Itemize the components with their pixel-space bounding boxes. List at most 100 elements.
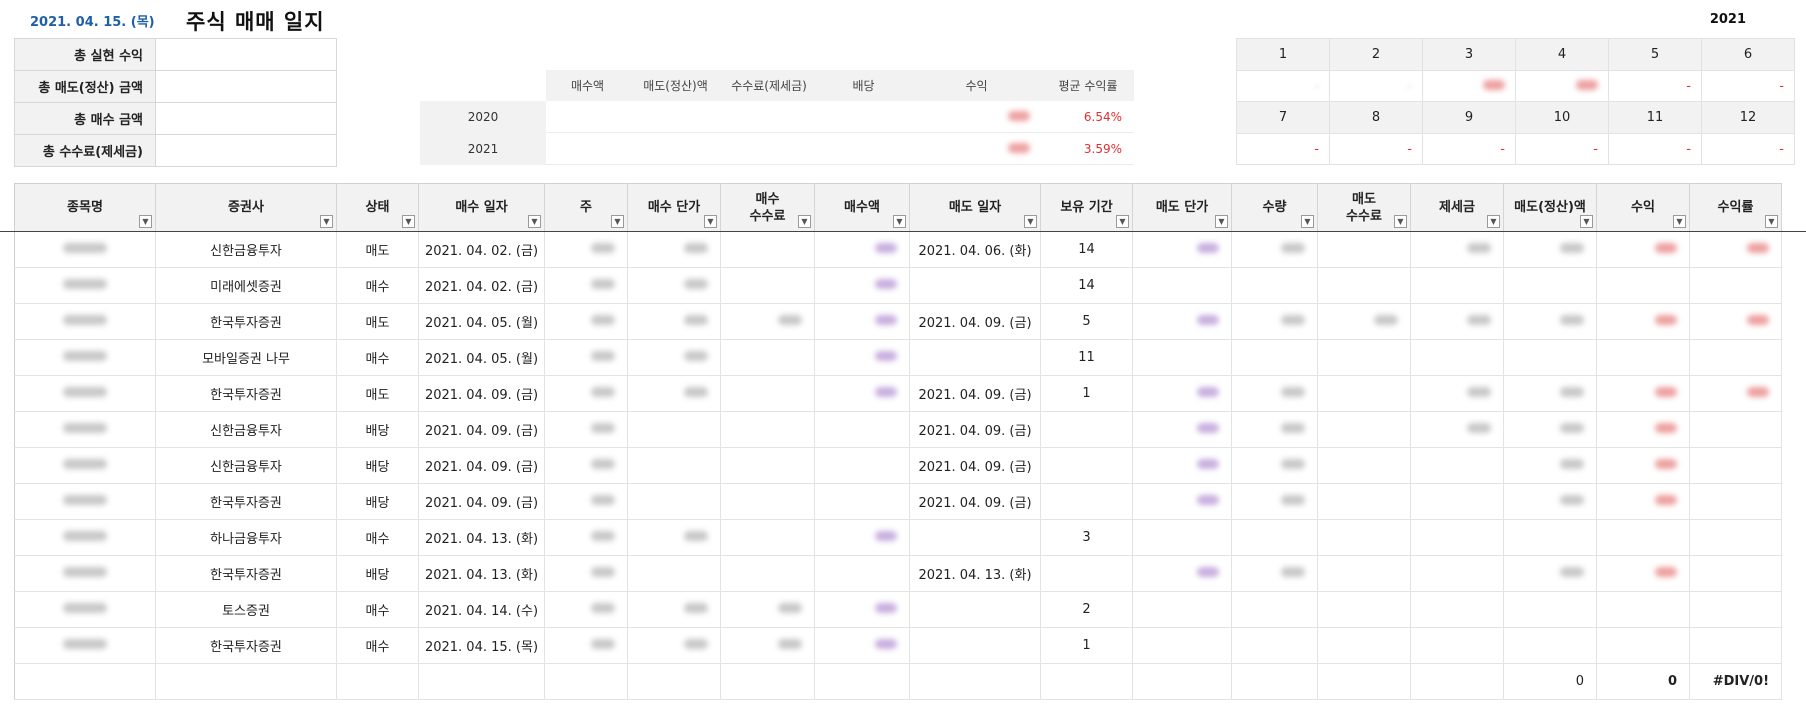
quantity-cell[interactable] [1231, 627, 1318, 664]
column-header[interactable]: 종목명 ▼ [14, 183, 156, 232]
status-cell[interactable]: 매수 [336, 627, 419, 664]
buy-price-cell[interactable] [627, 267, 721, 304]
stock-name-cell[interactable] [14, 375, 156, 412]
column-header[interactable]: 상태 ▼ [336, 183, 419, 232]
broker-cell[interactable]: 한국투자증권 [155, 303, 337, 340]
buy-fee-cell[interactable] [720, 483, 815, 520]
settle-amount-cell[interactable] [1503, 555, 1597, 592]
column-header[interactable]: 매도 수수료 ▼ [1317, 183, 1411, 232]
total-empty-cell[interactable] [418, 663, 545, 700]
buy-date-cell[interactable]: 2021. 04. 09. (금) [418, 411, 545, 448]
summary-value[interactable] [155, 38, 337, 71]
buy-date-cell[interactable]: 2021. 04. 09. (금) [418, 375, 545, 412]
status-cell[interactable]: 매수 [336, 591, 419, 628]
summary-value[interactable] [155, 102, 337, 135]
sell-date-cell[interactable] [909, 591, 1041, 628]
settle-amount-cell[interactable] [1503, 447, 1597, 484]
month-header[interactable]: 3 [1422, 38, 1516, 71]
buy-date-cell[interactable]: 2021. 04. 13. (화) [418, 555, 545, 592]
filter-dropdown-icon[interactable]: ▼ [798, 215, 811, 228]
filter-dropdown-icon[interactable]: ▼ [1580, 215, 1593, 228]
column-header[interactable]: 매수 단가 ▼ [627, 183, 721, 232]
stock-name-cell[interactable] [14, 411, 156, 448]
buy-price-cell[interactable] [627, 447, 721, 484]
stock-name-cell[interactable] [14, 627, 156, 664]
buy-price-cell[interactable] [627, 339, 721, 376]
holding-period-cell[interactable]: 14 [1040, 267, 1133, 304]
month-value[interactable]: - [1515, 133, 1609, 165]
holding-period-cell[interactable]: 1 [1040, 627, 1133, 664]
stock-name-cell[interactable] [14, 483, 156, 520]
filter-dropdown-icon[interactable]: ▼ [1394, 215, 1407, 228]
filter-dropdown-icon[interactable]: ▼ [1487, 215, 1500, 228]
sell-fee-cell[interactable] [1317, 447, 1411, 484]
column-header[interactable]: 수량 ▼ [1231, 183, 1318, 232]
broker-cell[interactable]: 신한금융투자 [155, 411, 337, 448]
shares-cell[interactable] [544, 483, 628, 520]
buy-price-cell[interactable] [627, 483, 721, 520]
shares-cell[interactable] [544, 267, 628, 304]
table-row[interactable]: 신한금융투자 배당 2021. 04. 09. (금) 2021. 04. 09. (… [14, 447, 1782, 484]
stock-name-cell[interactable] [14, 231, 156, 268]
total-empty-cell[interactable] [627, 663, 721, 700]
filter-dropdown-icon[interactable]: ▼ [893, 215, 906, 228]
return-rate-cell[interactable] [1689, 447, 1782, 484]
shares-cell[interactable] [544, 339, 628, 376]
profit-cell[interactable] [1596, 375, 1690, 412]
total-empty-cell[interactable] [155, 663, 337, 700]
sell-fee-cell[interactable] [1317, 303, 1411, 340]
buy-price-cell[interactable] [627, 627, 721, 664]
stats-header[interactable]: 수익 [911, 70, 1042, 101]
status-cell[interactable]: 배당 [336, 483, 419, 520]
filter-dropdown-icon[interactable]: ▼ [1116, 215, 1129, 228]
sell-price-cell[interactable] [1132, 303, 1232, 340]
stock-name-cell[interactable] [14, 267, 156, 304]
stock-name-cell[interactable] [14, 591, 156, 628]
month-value[interactable]: - [1329, 70, 1423, 102]
sell-fee-cell[interactable] [1317, 591, 1411, 628]
sell-fee-cell[interactable] [1317, 375, 1411, 412]
buy-date-cell[interactable]: 2021. 04. 15. (목) [418, 627, 545, 664]
month-value[interactable]: - [1236, 70, 1330, 102]
buy-fee-cell[interactable] [720, 411, 815, 448]
filter-dropdown-icon[interactable]: ▼ [611, 215, 624, 228]
sell-date-cell[interactable]: 2021. 04. 09. (금) [909, 483, 1041, 520]
stock-name-cell[interactable] [14, 447, 156, 484]
tax-cell[interactable] [1410, 519, 1504, 556]
sell-date-cell[interactable]: 2021. 04. 09. (금) [909, 303, 1041, 340]
holding-period-cell[interactable]: 3 [1040, 519, 1133, 556]
buy-price-cell[interactable] [627, 519, 721, 556]
total-rate-cell[interactable]: #DIV/0! [1689, 663, 1782, 700]
tax-cell[interactable] [1410, 483, 1504, 520]
filter-dropdown-icon[interactable]: ▼ [139, 215, 152, 228]
return-rate-cell[interactable] [1689, 231, 1782, 268]
sell-date-cell[interactable]: 2021. 04. 09. (금) [909, 411, 1041, 448]
filter-dropdown-icon[interactable]: ▼ [704, 215, 717, 228]
settle-amount-cell[interactable] [1503, 231, 1597, 268]
stats-cell[interactable] [816, 101, 911, 133]
buy-date-cell[interactable]: 2021. 04. 05. (월) [418, 303, 545, 340]
buy-amount-cell[interactable] [814, 375, 910, 412]
profit-cell[interactable] [1596, 267, 1690, 304]
shares-cell[interactable] [544, 519, 628, 556]
status-cell[interactable]: 매도 [336, 231, 419, 268]
settle-amount-cell[interactable] [1503, 591, 1597, 628]
sell-fee-cell[interactable] [1317, 519, 1411, 556]
status-cell[interactable]: 매수 [336, 339, 419, 376]
profit-cell[interactable] [1596, 411, 1690, 448]
quantity-cell[interactable] [1231, 447, 1318, 484]
shares-cell[interactable] [544, 375, 628, 412]
sell-price-cell[interactable] [1132, 339, 1232, 376]
table-row[interactable]: 한국투자증권 매도 2021. 04. 09. (금) 2021. 04. 09. (… [14, 375, 1782, 412]
tax-cell[interactable] [1410, 411, 1504, 448]
broker-cell[interactable]: 한국투자증권 [155, 483, 337, 520]
summary-label[interactable]: 총 매수 금액 [14, 102, 156, 135]
profit-cell[interactable] [1596, 555, 1690, 592]
quantity-cell[interactable] [1231, 483, 1318, 520]
buy-amount-cell[interactable] [814, 339, 910, 376]
buy-price-cell[interactable] [627, 591, 721, 628]
column-header[interactable]: 제세금 ▼ [1410, 183, 1504, 232]
month-value[interactable]: - [1608, 70, 1702, 102]
total-empty-cell[interactable] [1317, 663, 1411, 700]
profit-cell[interactable] [1596, 519, 1690, 556]
